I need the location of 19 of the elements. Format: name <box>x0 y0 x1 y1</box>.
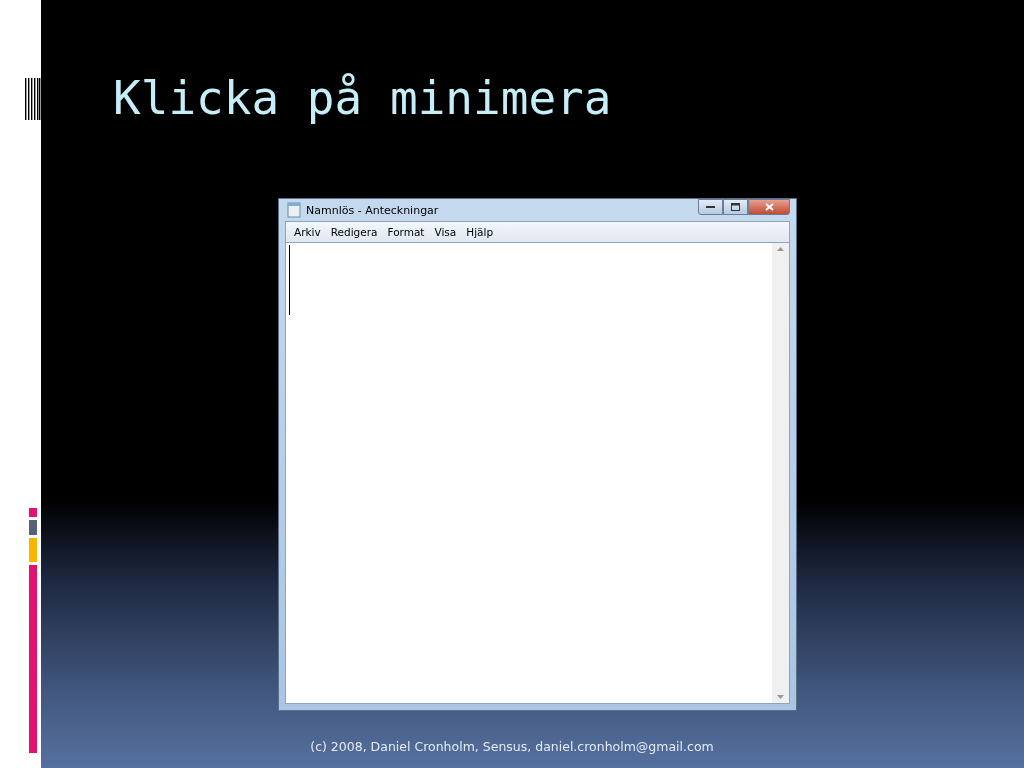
slide-title: Klicka på minimera <box>113 70 612 126</box>
minimize-icon <box>706 205 715 209</box>
close-icon <box>764 203 774 211</box>
scroll-up-icon[interactable] <box>777 247 784 251</box>
menu-item[interactable]: Visa <box>430 226 463 238</box>
maximize-button[interactable] <box>723 199 748 215</box>
slide-footer: (c) 2008, Daniel Cronholm, Sensus, daniel.cronholm@gmail.com <box>310 739 714 754</box>
menu-item[interactable]: Hjälp <box>462 226 500 238</box>
menu-item[interactable]: Redigera <box>326 226 384 238</box>
notepad-icon <box>287 202 301 218</box>
barcode-stripes-drawing <box>25 78 41 120</box>
scroll-down-icon[interactable] <box>777 695 784 699</box>
menu-item[interactable]: Format <box>383 226 431 238</box>
window-title: Namnlös - Anteckningar <box>306 203 439 217</box>
menu-item[interactable]: Arkiv <box>290 226 327 238</box>
scrollbar[interactable] <box>772 243 789 703</box>
close-button[interactable] <box>748 199 790 215</box>
minimize-button[interactable] <box>698 199 723 215</box>
maximize-icon <box>731 203 740 211</box>
